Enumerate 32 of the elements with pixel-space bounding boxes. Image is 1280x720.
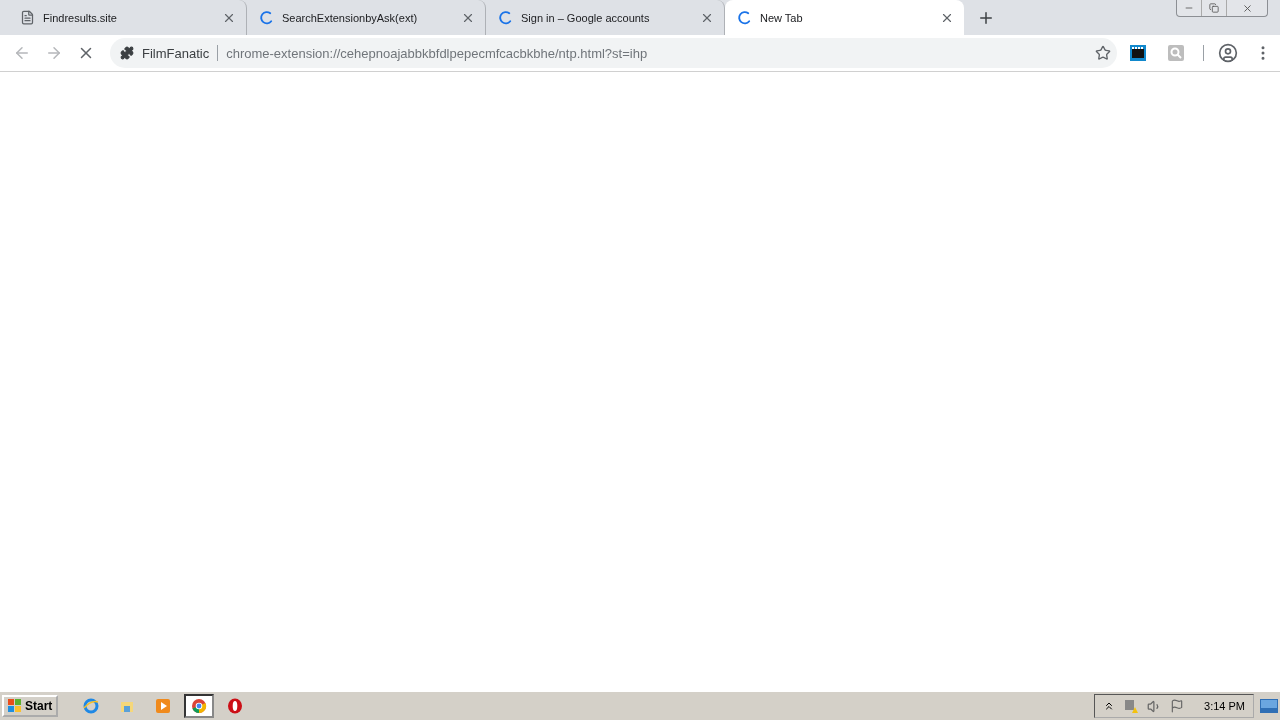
site-name: FilmFanatic bbox=[142, 45, 210, 61]
network-warning-icon[interactable] bbox=[1123, 698, 1140, 714]
tab-title: SearchExtensionbyAsk(ext) bbox=[282, 11, 419, 24]
forward-arrow-icon bbox=[45, 44, 63, 62]
taskbar-app[interactable] bbox=[184, 694, 215, 718]
ie-icon bbox=[83, 698, 100, 714]
spinner-icon bbox=[259, 10, 274, 25]
opera-icon bbox=[227, 698, 244, 714]
star-icon[interactable] bbox=[1095, 45, 1111, 61]
page-icon bbox=[20, 10, 35, 25]
clapperboard-icon[interactable] bbox=[1129, 44, 1147, 62]
start-button[interactable]: Start bbox=[2, 695, 59, 717]
address-bar[interactable]: FilmFanatic chrome-extension://cehepnoajabbkbfdlpepecmfcacbkbhe/ntp.html?st=ihp bbox=[110, 38, 1117, 68]
plus-icon bbox=[977, 9, 995, 27]
tab-title: New Tab bbox=[760, 11, 804, 24]
spinner-icon bbox=[737, 10, 752, 25]
spinner-icon bbox=[498, 10, 513, 25]
browser-tab[interactable]: SearchExtensionbyAsk(ext) bbox=[247, 0, 486, 35]
clock: 3:14 PM bbox=[1204, 700, 1245, 712]
windows-flag-icon bbox=[8, 699, 22, 713]
close-icon bbox=[1241, 2, 1253, 14]
profile-icon[interactable] bbox=[1218, 43, 1238, 63]
puzzle-icon bbox=[120, 46, 134, 60]
browser-tab[interactable]: Findresults.site bbox=[8, 0, 247, 35]
browser-tab[interactable]: New Tab bbox=[725, 0, 964, 35]
chrome-icon bbox=[191, 698, 208, 714]
url-text: chrome-extension://cehepnoajabbkbfdlpepecmfcacbkbhe/ntp.html?st=ihp bbox=[226, 45, 649, 61]
tab-title: Findresults.site bbox=[43, 11, 118, 24]
restore-icon bbox=[1209, 3, 1219, 13]
media-player-icon bbox=[155, 698, 172, 714]
flag-icon[interactable] bbox=[1170, 699, 1185, 713]
tab-title: Sign in – Google accounts bbox=[521, 11, 651, 24]
